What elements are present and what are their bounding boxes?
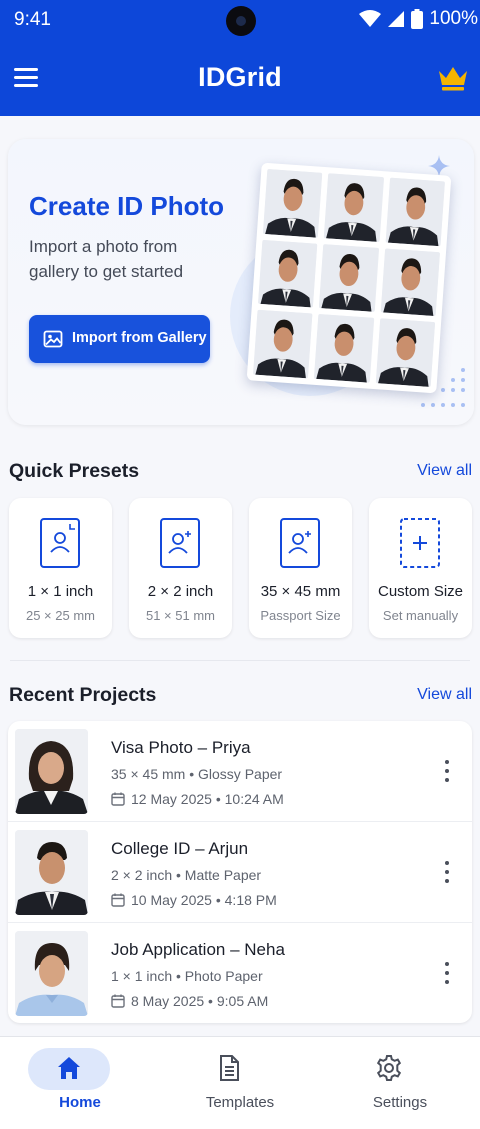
project-title: College ID – Arjun <box>111 839 249 858</box>
status-time: 9:41 <box>14 9 51 30</box>
nav-templates[interactable]: Templates <box>160 1037 320 1129</box>
project-time-text: 9:05 AM <box>216 993 269 1009</box>
hero-title: Create ID Photo <box>29 191 225 221</box>
mini-portrait <box>380 248 441 317</box>
create-id-photo-card: Create ID Photo Import a photo from gall… <box>8 139 474 425</box>
project-size: 2 × 2 inch <box>111 867 173 883</box>
project-date: 8 May 2025 • 9:05 AM <box>111 993 268 1009</box>
project-title: Job Application – Neha <box>111 940 285 959</box>
more-options-icon[interactable] <box>444 861 450 885</box>
wifi-icon <box>359 10 382 27</box>
app-bar: 9:41 100% IDGrid <box>0 0 480 116</box>
nav-home[interactable]: Home <box>0 1037 160 1129</box>
mini-portrait <box>257 239 318 308</box>
document-icon <box>220 1055 239 1081</box>
calendar-icon <box>111 994 125 1008</box>
project-date: 10 May 2025 • 4:18 PM <box>111 892 277 908</box>
battery-level: 100% <box>429 8 478 29</box>
gear-icon <box>376 1055 402 1081</box>
project-date-text: 12 May 2025 <box>131 791 212 807</box>
project-size: 35 × 45 mm <box>111 766 186 782</box>
project-meta: 1 × 1 inch • Photo Paper <box>111 968 263 984</box>
project-thumbnail <box>15 729 88 814</box>
preset-label: 1 × 1 inch <box>27 583 94 600</box>
preset-sub: 51 × 51 mm <box>145 608 215 623</box>
dashed-plus-icon <box>400 518 440 568</box>
project-time-text: 10:24 AM <box>224 791 284 807</box>
project-title: Visa Photo – Priya <box>111 738 251 757</box>
nav-settings[interactable]: Settings <box>320 1037 480 1129</box>
project-date-text: 10 May 2025 <box>131 892 212 908</box>
project-date: 12 May 2025 • 10:24 AM <box>111 791 284 807</box>
passport-portrait-icon <box>280 518 320 568</box>
project-date-text: 8 May 2025 <box>131 993 205 1009</box>
more-options-icon[interactable] <box>444 760 450 784</box>
portrait-photo <box>15 729 88 814</box>
battery-icon <box>411 9 424 29</box>
preset-sub: Set manually <box>382 608 459 623</box>
project-paper: Matte Paper <box>184 867 262 883</box>
preset-custom-size[interactable]: Custom Size Set manually <box>369 498 472 638</box>
signal-icon <box>388 11 405 27</box>
id-photo-grid-sheet <box>246 162 452 394</box>
mini-portrait <box>324 173 384 242</box>
project-paper: Photo Paper <box>184 968 263 984</box>
mini-portrait <box>262 169 323 238</box>
project-row[interactable]: Job Application – Neha 1 × 1 inch • Phot… <box>8 922 472 1023</box>
mini-portrait <box>253 310 313 379</box>
project-size: 1 × 1 inch <box>111 968 173 984</box>
preset-2x2-inch[interactable]: 2 × 2 inch 51 × 51 mm <box>129 498 232 638</box>
mini-portrait <box>375 318 436 387</box>
preset-sub: 25 × 25 mm <box>25 608 95 623</box>
mini-portrait <box>314 314 374 383</box>
projects-view-all-link[interactable]: View all <box>417 686 472 704</box>
calendar-icon <box>111 893 125 907</box>
preset-35x45-mm[interactable]: 35 × 45 mm Passport Size <box>249 498 352 638</box>
calendar-icon <box>111 792 125 806</box>
project-row[interactable]: College ID – Arjun 2 × 2 inch • Matte Pa… <box>8 821 472 922</box>
quick-presets-title: Quick Presets <box>9 460 140 482</box>
import-button-label: Import from Gallery <box>72 330 207 346</box>
section-divider <box>10 660 470 661</box>
recent-projects-list: Visa Photo – Priya 35 × 45 mm • Glossy P… <box>8 721 472 1023</box>
preset-sub: Passport Size <box>260 608 341 623</box>
project-thumbnail <box>15 830 88 915</box>
project-time-text: 4:18 PM <box>224 892 277 908</box>
toolbar: IDGrid <box>0 40 480 116</box>
portrait-photo <box>15 931 88 1016</box>
image-icon <box>43 330 63 348</box>
home-icon <box>58 1057 80 1079</box>
hero-subtitle: Import a photo from gallery to get start… <box>29 237 184 281</box>
portrait-photo <box>15 830 88 915</box>
preset-label: 2 × 2 inch <box>147 583 214 600</box>
mini-portrait <box>385 177 445 246</box>
preset-1x1-inch[interactable]: 1 × 1 inch 25 × 25 mm <box>9 498 112 638</box>
project-meta: 35 × 45 mm • Glossy Paper <box>111 766 283 782</box>
portrait-add-icon <box>160 518 200 568</box>
more-options-icon[interactable] <box>444 962 450 986</box>
status-bar: 9:41 100% <box>0 0 480 38</box>
portrait-card-icon <box>40 518 80 568</box>
preset-label: 35 × 45 mm <box>260 583 341 600</box>
crown-icon[interactable] <box>436 64 470 92</box>
preset-label: Custom Size <box>377 583 464 600</box>
camera-cutout <box>226 6 256 36</box>
import-from-gallery-button[interactable]: Import from Gallery <box>29 315 210 363</box>
nav-label: Templates <box>205 1094 275 1111</box>
app-title: IDGrid <box>198 62 282 92</box>
project-row[interactable]: Visa Photo – Priya 35 × 45 mm • Glossy P… <box>8 721 472 821</box>
project-meta: 2 × 2 inch • Matte Paper <box>111 867 262 883</box>
presets-view-all-link[interactable]: View all <box>417 462 472 480</box>
nav-label: Home <box>59 1094 101 1111</box>
recent-projects-title: Recent Projects <box>9 684 157 706</box>
status-icons: 100% <box>359 8 480 30</box>
nav-label: Settings <box>372 1094 428 1111</box>
project-paper: Glossy Paper <box>198 766 283 782</box>
mini-portrait <box>319 243 379 313</box>
project-thumbnail <box>15 931 88 1016</box>
bottom-navigation: Home Templates Settings <box>0 1036 480 1129</box>
